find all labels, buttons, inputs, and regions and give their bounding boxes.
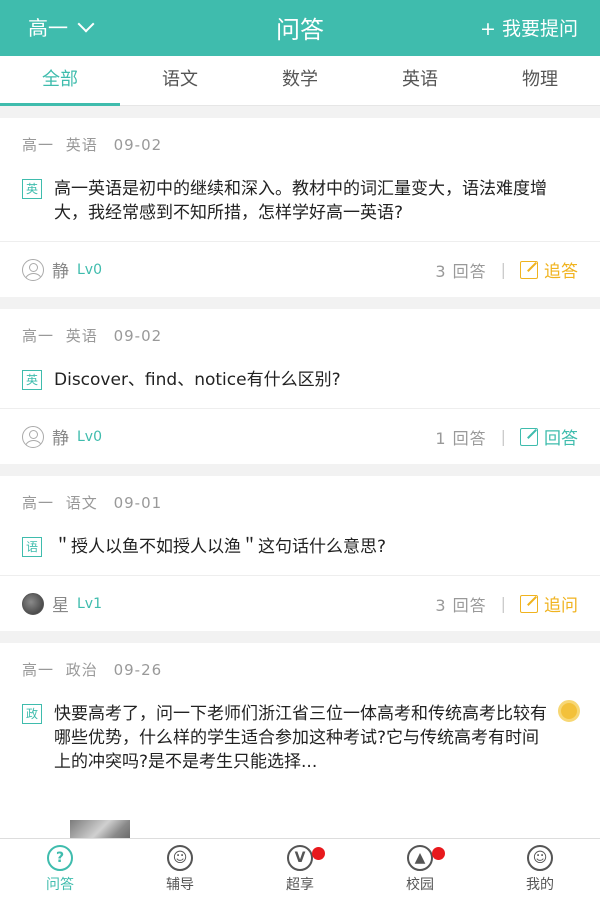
chevron-down-icon [77,15,95,32]
person-icon: ☺ [167,845,193,871]
nav-label: 问答 [46,877,74,893]
question-meta: 高一 英语 09-02 [22,134,578,155]
edit-icon [520,594,538,613]
question-card[interactable]: 高一 语文 09-01 语 ＂授人以鱼不如授人以渔＂这句话什么意思? 星 Lv1… [0,476,600,631]
user-avatar-icon[interactable] [22,592,44,615]
user-level: Lv1 [77,595,102,612]
edit-icon [520,427,538,446]
english-subject-icon: 英 [22,179,42,199]
user-avatar-icon[interactable] [22,425,44,448]
question-card[interactable]: 高一 英语 09-02 英 高一英语是初中的继续和深入。教材中的词汇量变大，语法… [0,118,600,297]
tab-chinese[interactable]: 语文 [120,56,240,105]
question-grade: 高一 [22,327,55,345]
subject-tabs: 全部 语文 数学 英语 物理 [0,56,600,106]
question-date: 09-26 [113,661,163,679]
nav-share[interactable]: V 超享 [240,839,360,900]
question-subject: 英语 [65,136,98,154]
question-card[interactable]: 高一 英语 09-02 英 Discover、find、notice有什么区别?… [0,309,600,464]
question-text[interactable]: 高一英语是初中的继续和深入。教材中的词汇量变大，语法难度增大，我经常感到不知所措… [54,177,578,225]
user-level: Lv0 [77,428,102,445]
nav-label: 辅导 [166,877,194,893]
tab-physics[interactable]: 物理 [480,56,600,105]
nav-tutoring[interactable]: ☺ 辅导 [120,839,240,900]
question-grade: 高一 [22,494,55,512]
question-date: 09-02 [113,327,163,345]
edit-icon [520,260,538,279]
question-meta: 高一 英语 09-02 [22,325,578,346]
nav-label: 校园 [406,877,434,893]
english-subject-icon: 英 [22,370,42,390]
question-feed: 高一 英语 09-02 英 高一英语是初中的继续和深入。教材中的词汇量变大，语法… [0,118,600,888]
follow-up-answer-button[interactable]: 追答 [520,257,578,282]
tab-english[interactable]: 英语 [360,56,480,105]
profile-icon: ☺ [527,845,553,871]
tab-math[interactable]: 数学 [240,56,360,105]
question-meta: 高一 语文 09-01 [22,492,578,513]
ask-question-button[interactable]: + 我要提问 [480,14,578,41]
tab-all[interactable]: 全部 [0,56,120,106]
user-level: Lv0 [77,261,102,278]
question-text[interactable]: Discover、find、notice有什么区别? [54,368,578,392]
nav-label: 超享 [286,877,314,893]
question-text[interactable]: 快要高考了，问一下老师们浙江省三位一体高考和传统高考比较有哪些优势，什么样的学生… [54,702,554,774]
grade-selector[interactable]: 高一 [28,12,95,41]
chinese-subject-icon: 语 [22,537,42,557]
question-subject: 英语 [65,327,98,345]
question-text[interactable]: ＂授人以鱼不如授人以渔＂这句话什么意思? [54,535,578,559]
question-date: 09-01 [113,494,163,512]
answer-count: 3 回答 [435,595,487,615]
question-subject: 语文 [65,494,98,512]
graduation-cap-icon: ▲ [407,845,433,871]
nav-mine[interactable]: ☺ 我的 [480,839,600,900]
nav-label: 我的 [526,877,554,893]
user-avatar-icon[interactable] [22,258,44,281]
question-meta: 高一 政治 09-26 [22,659,578,680]
answer-count: 1 回答 [435,428,487,448]
question-date: 09-02 [113,136,163,154]
question-grade: 高一 [22,661,55,679]
grade-label: 高一 [28,16,68,40]
answer-button[interactable]: 回答 [520,424,578,449]
medal-icon [558,700,580,722]
share-icon: V [287,845,313,871]
user-name[interactable]: 静 [52,424,69,449]
politics-subject-icon: 政 [22,704,42,724]
answer-count: 3 回答 [435,261,487,281]
notification-badge [312,847,325,860]
user-name[interactable]: 静 [52,257,69,282]
notification-badge [432,847,445,860]
nav-campus[interactable]: ▲ 校园 [360,839,480,900]
user-name[interactable]: 星 [52,591,69,616]
question-grade: 高一 [22,136,55,154]
top-header: 高一 问答 + 我要提问 [0,0,600,56]
follow-up-question-button[interactable]: 追问 [520,591,578,616]
question-subject: 政治 [65,661,98,679]
bottom-navigation: ? 问答 ☺ 辅导 V 超享 ▲ 校园 ☺ 我的 [0,838,600,900]
nav-qa[interactable]: ? 问答 [0,839,120,900]
question-icon: ? [47,845,73,871]
